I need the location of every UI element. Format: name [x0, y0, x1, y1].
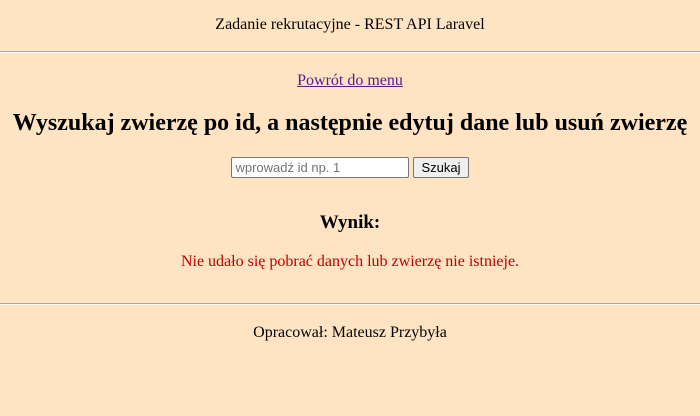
- search-button[interactable]: Szukaj: [413, 157, 469, 178]
- page-title: Wyszukaj zwierzę po id, a następnie edyt…: [12, 110, 688, 136]
- header-divider: [0, 51, 700, 53]
- back-to-menu-link[interactable]: Powrót do menu: [297, 72, 403, 89]
- back-link-container: Powrót do menu: [0, 72, 700, 90]
- page-footer: Opracował: Mateusz Przybyła: [0, 324, 700, 342]
- page-header: Zadanie rekrutacyjne - REST API Laravel: [0, 0, 700, 52]
- animal-id-input[interactable]: [231, 157, 410, 178]
- footer-divider: [0, 303, 700, 305]
- error-message: Nie udało się pobrać danych lub zwierzę …: [180, 253, 520, 270]
- footer-author: Opracował: Mateusz Przybyła: [253, 324, 447, 341]
- header-title: Zadanie rekrutacyjne - REST API Laravel: [215, 16, 485, 33]
- result-heading: Wynik:: [319, 212, 381, 233]
- search-form: Szukaj: [0, 157, 700, 178]
